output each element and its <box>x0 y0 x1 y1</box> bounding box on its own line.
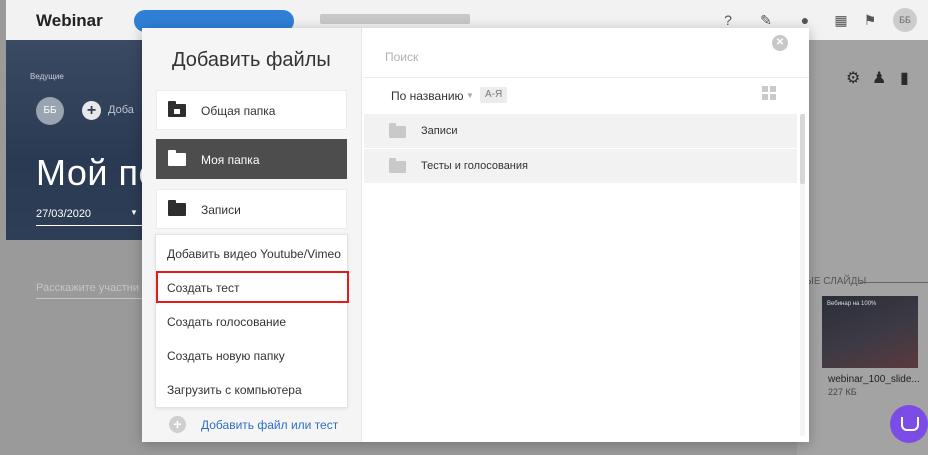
menu-create-test[interactable]: Создать тест <box>156 271 349 303</box>
document-icon[interactable]: ▮ <box>900 68 909 88</box>
account-avatar[interactable]: ББ <box>893 8 917 32</box>
brand-logo[interactable]: Webinar <box>36 11 103 31</box>
grid-view-icon[interactable] <box>762 86 776 100</box>
close-icon[interactable]: ✕ <box>772 35 788 51</box>
add-presenter-icon[interactable]: + <box>82 101 101 120</box>
description-underline <box>36 298 146 299</box>
folder-label: Записи <box>201 203 241 217</box>
chevron-down-icon[interactable]: ▼ <box>130 208 138 217</box>
folder-label: Общая папка <box>201 104 276 118</box>
app-screen: Webinar ? ✎ ● ▦ ⚑ ББ Ведущие ББ + Доба М… <box>0 0 928 455</box>
flag-icon[interactable]: ⚑ <box>862 12 878 28</box>
presenters-label: Ведущие <box>30 72 64 81</box>
event-date-field[interactable]: 27/03/2020 <box>36 202 144 226</box>
file-row[interactable]: Записи <box>364 114 797 149</box>
file-name: Тесты и голосования <box>421 160 528 172</box>
help-icon[interactable]: ? <box>720 12 736 28</box>
event-description-field[interactable]: Расскажите участни <box>36 282 146 294</box>
slide-file-size: 227 КБ <box>828 387 857 397</box>
folder-recordings[interactable]: Записи <box>156 189 347 229</box>
folder-icon <box>389 123 406 138</box>
sort-dropdown[interactable]: По названию <box>391 89 464 103</box>
gear-icon[interactable]: ⚙ <box>846 68 860 88</box>
plus-icon: + <box>169 416 186 433</box>
chat-icon[interactable] <box>890 405 928 443</box>
slides-divider <box>860 282 928 283</box>
presenter-avatar[interactable]: ББ <box>36 97 64 125</box>
add-files-modal: Добавить файлы Общая папка Моя папка Зап… <box>142 28 809 442</box>
apps-grid-icon[interactable]: ▦ <box>833 12 849 28</box>
menu-create-folder[interactable]: Создать новую папку <box>156 339 349 371</box>
scrollbar-thumb[interactable] <box>800 114 805 184</box>
sort-order-toggle[interactable]: А-Я <box>480 87 508 103</box>
folder-icon <box>168 200 186 216</box>
modal-content: ✕ По названию ▼ А-Я Записи Тесты и голос… <box>363 28 809 442</box>
add-presenter-label[interactable]: Доба <box>108 104 134 116</box>
menu-add-video[interactable]: Добавить видео Youtube/Vimeo <box>156 237 349 269</box>
folder-shared[interactable]: Общая папка <box>156 90 347 130</box>
user-icon[interactable]: ● <box>797 12 813 28</box>
slides-section-label: ЫЕ СЛАЙДЫ <box>805 276 867 287</box>
folder-icon <box>389 158 406 173</box>
slide-thumbnail-caption: Вебинар на 100% <box>827 301 877 307</box>
person-icon[interactable]: ♟ <box>872 68 886 88</box>
folder-icon <box>168 150 186 166</box>
slide-file-name[interactable]: webinar_100_slide... <box>828 374 920 385</box>
event-title[interactable]: Мой пе <box>36 152 159 194</box>
modal-sidebar: Добавить файлы Общая папка Моя папка Зап… <box>142 28 362 442</box>
file-list: Записи Тесты и голосования <box>364 114 797 184</box>
right-panel <box>797 40 928 455</box>
menu-create-poll[interactable]: Создать голосование <box>156 305 349 337</box>
add-menu: Добавить видео Youtube/Vimeo Создать тес… <box>155 234 349 408</box>
top-bar-faint-text <box>320 14 470 24</box>
folder-label: Моя папка <box>201 153 260 167</box>
search-input[interactable] <box>385 47 685 67</box>
file-name: Записи <box>421 125 458 137</box>
shared-folder-icon <box>168 101 186 117</box>
pencil-icon[interactable]: ✎ <box>758 12 774 28</box>
file-row[interactable]: Тесты и голосования <box>364 149 797 184</box>
chevron-down-icon[interactable]: ▼ <box>466 91 474 100</box>
add-file-or-test-label: Добавить файл или тест <box>201 418 339 432</box>
modal-title: Добавить файлы <box>172 49 331 71</box>
menu-upload-from-computer[interactable]: Загрузить с компьютера <box>156 373 349 405</box>
header-divider <box>363 77 809 78</box>
folder-my[interactable]: Моя папка <box>156 139 347 179</box>
